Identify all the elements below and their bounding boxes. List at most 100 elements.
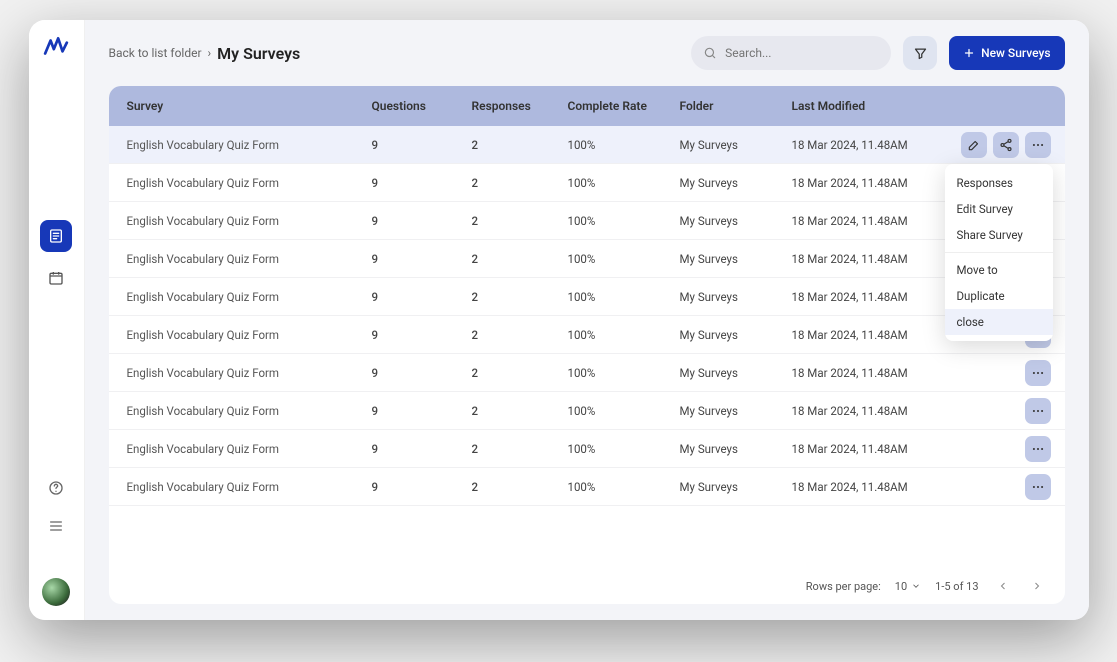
cell-folder: My Surveys — [672, 404, 784, 418]
more-button[interactable] — [1025, 132, 1051, 158]
surveys-table: Survey Questions Responses Complete Rate… — [109, 86, 1065, 604]
cell-survey: English Vocabulary Quiz Form — [109, 176, 364, 190]
cell-last-modified: 18 Mar 2024, 11.48AM — [784, 214, 944, 228]
cell-responses: 2 — [464, 442, 560, 456]
cell-actions — [944, 436, 1065, 462]
more-button[interactable] — [1025, 398, 1051, 424]
app-logo — [43, 34, 69, 60]
cell-questions: 9 — [364, 252, 464, 266]
more-button[interactable] — [1025, 436, 1051, 462]
col-questions: Questions — [364, 99, 464, 113]
share-button[interactable] — [993, 132, 1019, 158]
cell-survey: English Vocabulary Quiz Form — [109, 328, 364, 342]
cell-survey: English Vocabulary Quiz Form — [109, 404, 364, 418]
cell-questions: 9 — [364, 328, 464, 342]
table-row[interactable]: English Vocabulary Quiz Form92100%My Sur… — [109, 430, 1065, 468]
cell-survey: English Vocabulary Quiz Form — [109, 214, 364, 228]
breadcrumb-back[interactable]: Back to list folder — [109, 46, 202, 60]
new-surveys-button[interactable]: New Surveys — [949, 36, 1064, 70]
cell-actions — [944, 398, 1065, 424]
cell-last-modified: 18 Mar 2024, 11.48AM — [784, 442, 944, 456]
dropdown-responses[interactable]: Responses — [945, 170, 1053, 196]
table-row[interactable]: English Vocabulary Quiz Form92100%My Sur… — [109, 354, 1065, 392]
main: Back to list folder › My Surveys New Sur… — [85, 20, 1089, 620]
cell-folder: My Surveys — [672, 176, 784, 190]
cell-last-modified: 18 Mar 2024, 11.48AM — [784, 138, 944, 152]
more-button[interactable] — [1025, 360, 1051, 386]
cell-complete-rate: 100% — [560, 176, 672, 190]
topbar: Back to list folder › My Surveys New Sur… — [109, 36, 1065, 70]
dropdown-move[interactable]: Move to — [945, 257, 1053, 283]
cell-questions: 9 — [364, 214, 464, 228]
dropdown-edit[interactable]: Edit Survey — [945, 196, 1053, 222]
help-icon[interactable] — [40, 472, 72, 504]
table-row[interactable]: English Vocabulary Quiz Form92100%My Sur… — [109, 240, 1065, 278]
cell-questions: 9 — [364, 138, 464, 152]
cell-complete-rate: 100% — [560, 138, 672, 152]
cell-complete-rate: 100% — [560, 290, 672, 304]
search-input[interactable] — [691, 36, 891, 70]
breadcrumb: Back to list folder › My Surveys — [109, 44, 301, 63]
col-folder: Folder — [672, 99, 784, 113]
filter-button[interactable] — [903, 36, 937, 70]
row-actions-dropdown: ResponsesEdit SurveyShare Survey Move toD… — [945, 164, 1053, 341]
plus-icon — [963, 47, 975, 59]
more-button[interactable] — [1025, 474, 1051, 500]
cell-responses: 2 — [464, 214, 560, 228]
pagination-prev[interactable] — [993, 576, 1013, 596]
cell-complete-rate: 100% — [560, 480, 672, 494]
col-last-modified: Last Modified — [784, 99, 944, 113]
page-title: My Surveys — [217, 44, 300, 63]
menu-icon[interactable] — [40, 510, 72, 542]
cell-survey: English Vocabulary Quiz Form — [109, 480, 364, 494]
table-row[interactable]: English Vocabulary Quiz Form92100%My Sur… — [109, 278, 1065, 316]
new-surveys-label: New Surveys — [981, 46, 1050, 60]
cell-questions: 9 — [364, 366, 464, 380]
dropdown-share[interactable]: Share Survey — [945, 222, 1053, 248]
cell-responses: 2 — [464, 328, 560, 342]
cell-survey: English Vocabulary Quiz Form — [109, 252, 364, 266]
table-header: Survey Questions Responses Complete Rate… — [109, 86, 1065, 126]
table-row[interactable]: English Vocabulary Quiz Form92100%My Sur… — [109, 468, 1065, 506]
nav-calendar[interactable] — [40, 262, 72, 294]
pagination-range: 1-5 of 13 — [935, 580, 978, 593]
cell-responses: 2 — [464, 404, 560, 418]
cell-responses: 2 — [464, 480, 560, 494]
cell-questions: 9 — [364, 176, 464, 190]
edit-button[interactable] — [961, 132, 987, 158]
table-body: English Vocabulary Quiz Form92100%My Sur… — [109, 126, 1065, 568]
cell-complete-rate: 100% — [560, 328, 672, 342]
chevron-down-icon — [911, 581, 921, 591]
pagination-next[interactable] — [1027, 576, 1047, 596]
cell-responses: 2 — [464, 290, 560, 304]
dropdown-duplicate[interactable]: Duplicate — [945, 283, 1053, 309]
cell-actions — [944, 474, 1065, 500]
cell-folder: My Surveys — [672, 328, 784, 342]
cell-last-modified: 18 Mar 2024, 11.48AM — [784, 328, 944, 342]
cell-complete-rate: 100% — [560, 404, 672, 418]
table-row[interactable]: English Vocabulary Quiz Form92100%My Sur… — [109, 316, 1065, 354]
table-row[interactable]: English Vocabulary Quiz Form92100%My Sur… — [109, 164, 1065, 202]
table-row[interactable]: English Vocabulary Quiz Form92100%My Sur… — [109, 392, 1065, 430]
rows-per-page-label: Rows per page: — [806, 580, 881, 593]
cell-folder: My Surveys — [672, 252, 784, 266]
rows-per-page-select[interactable]: 10 — [895, 580, 921, 593]
cell-survey: English Vocabulary Quiz Form — [109, 290, 364, 304]
pagination: Rows per page: 10 1-5 of 13 — [109, 568, 1065, 604]
cell-questions: 9 — [364, 442, 464, 456]
cell-last-modified: 18 Mar 2024, 11.48AM — [784, 404, 944, 418]
cell-last-modified: 18 Mar 2024, 11.48AM — [784, 480, 944, 494]
avatar[interactable] — [42, 578, 70, 606]
cell-survey: English Vocabulary Quiz Form — [109, 442, 364, 456]
dropdown-close[interactable]: close — [945, 309, 1053, 335]
nav-surveys[interactable] — [40, 220, 72, 252]
col-responses: Responses — [464, 99, 560, 113]
table-row[interactable]: English Vocabulary Quiz Form92100%My Sur… — [109, 126, 1065, 164]
cell-questions: 9 — [364, 404, 464, 418]
cell-folder: My Surveys — [672, 480, 784, 494]
table-row[interactable]: English Vocabulary Quiz Form92100%My Sur… — [109, 202, 1065, 240]
cell-last-modified: 18 Mar 2024, 11.48AM — [784, 290, 944, 304]
cell-folder: My Surveys — [672, 442, 784, 456]
app-shell: Back to list folder › My Surveys New Sur… — [29, 20, 1089, 620]
cell-responses: 2 — [464, 138, 560, 152]
